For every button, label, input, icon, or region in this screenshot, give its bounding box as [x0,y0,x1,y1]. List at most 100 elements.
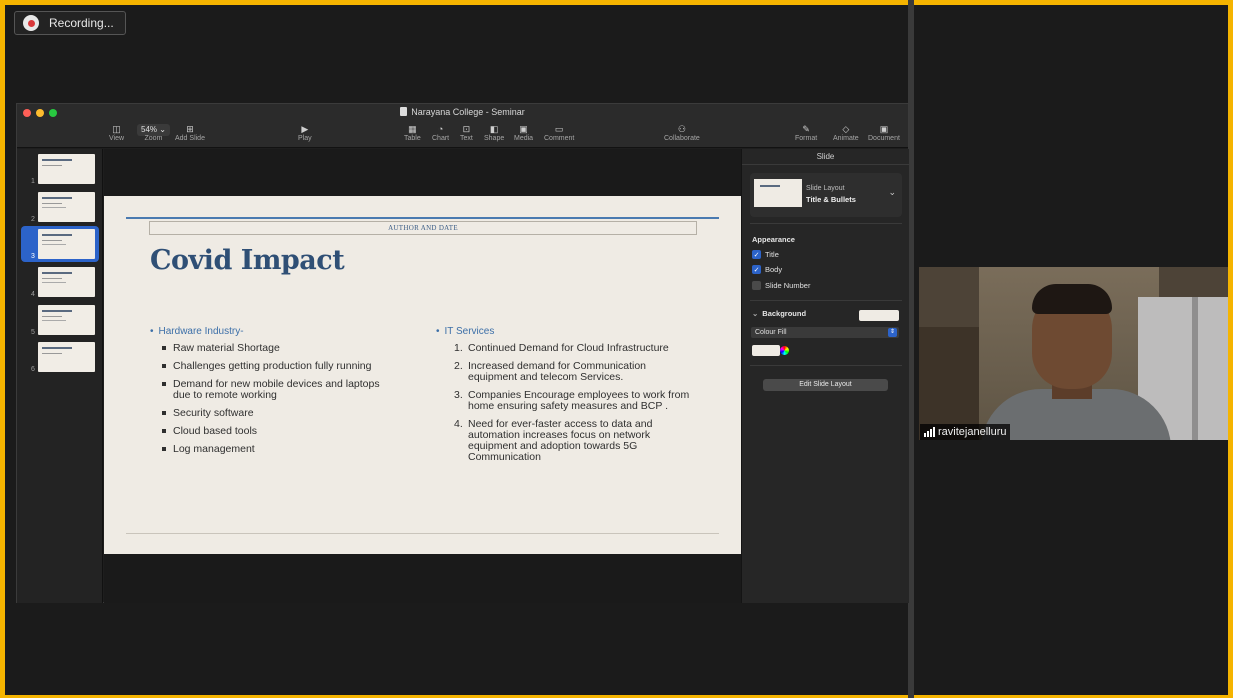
body-checkbox-label: Body [765,265,783,274]
animate-icon: ◇ [842,124,850,134]
slide-bottom-rule [126,533,719,534]
slide-thumbnail[interactable]: 2 [17,189,103,225]
list-text: Need for ever-faster access to data and … [468,418,653,463]
window-toolbar: Narayana College - Seminar ◫ View 54% ⌄ Zo… [17,104,908,148]
list-item: Raw material Shortage [162,343,400,354]
slide[interactable]: AUTHOR AND DATE Covid Impact Hardware In… [104,196,741,554]
slide-layout-picker[interactable]: Slide Layout Title & Bullets ⌄ [750,173,902,217]
zoom-label: Zoom [144,135,163,142]
text-label: Text [460,135,473,142]
divider [750,300,902,301]
table-label: Table [404,135,421,142]
add-slide-button[interactable]: ⊞ Add Slide [175,123,205,142]
list-text: Continued Demand for Cloud Infrastructur… [468,342,669,354]
title-checkbox-label: Title [765,250,779,259]
chevron-down-icon: ⌄ [752,309,759,318]
table-icon: ▦ [408,124,417,134]
window-title-text: Narayana College - Seminar [411,107,525,117]
chart-button[interactable]: ◔ Chart [432,123,449,142]
slide-thumbnail[interactable]: 6 [17,339,103,375]
comment-button[interactable]: ▭ Comment [544,123,574,142]
list-item: Security software [162,408,400,419]
background-section-toggle[interactable]: ⌄ Background [752,309,806,318]
layout-name: Title & Bullets [806,195,856,204]
list-number: 1. [454,342,463,354]
fill-type-select[interactable]: Colour Fill ⇕ [751,327,899,338]
participant-video[interactable] [919,267,1228,440]
slide-thumbnail[interactable]: 4 [17,264,103,300]
slide-number: 4 [31,291,35,298]
slide-preview [38,267,95,297]
fill-type-value: Colour Fill [755,329,787,336]
slide-thumbnail-active[interactable]: 3 [21,226,99,262]
animate-button[interactable]: ◇ Animate [833,123,859,142]
updown-arrow-icon: ⇕ [888,328,897,337]
layout-thumbnail [754,179,802,207]
text-button[interactable]: ⊡ Text [460,123,473,142]
list-item: Demand for new mobile devices and laptop… [162,379,400,401]
view-button[interactable]: ◫ View [109,123,124,142]
body-checkbox[interactable]: ✓ Body [752,265,782,274]
checkmark-icon: ✓ [752,250,761,259]
participant-figure [1032,284,1112,314]
edit-slide-layout-button[interactable]: Edit Slide Layout [763,379,888,391]
slide-preview [38,154,95,184]
list-text: Companies Encourage employees to work fr… [468,389,690,412]
document-button[interactable]: ▣ Document [868,123,900,142]
author-and-date[interactable]: AUTHOR AND DATE [149,221,697,235]
color-wheel-icon[interactable] [780,346,789,355]
shape-button[interactable]: ◧ Shape [484,123,504,142]
format-label: Format [795,135,818,142]
text-icon: ⊡ [462,124,471,134]
fill-color-well[interactable] [752,345,780,356]
slide-number: 5 [31,329,35,336]
comment-label: Comment [544,135,575,142]
format-button[interactable]: ✎ Format [795,123,817,142]
zoom-control[interactable]: 54% ⌄ Zoom [137,123,170,142]
play-icon: ▶ [301,124,309,134]
format-brush-icon: ✎ [802,124,810,134]
left-heading: Hardware Industry- [150,326,400,337]
slide-navigator: 1 2 3 4 5 6 [17,149,103,603]
table-button[interactable]: ▦ Table [404,123,421,142]
title-checkbox[interactable]: ✓ Title [752,250,779,259]
slide-number: 6 [31,366,35,373]
inspector-tab-slide[interactable]: Slide [742,149,909,165]
list-item: 2. Increased demand for Communication equ… [454,361,696,383]
slide-thumbnail[interactable]: 5 [17,302,103,338]
right-heading: IT Services [436,326,696,337]
slide-canvas[interactable]: AUTHOR AND DATE Covid Impact Hardware In… [104,149,741,603]
slide-number: 3 [31,253,35,260]
slide-preview [38,305,95,335]
list-item: 1. Continued Demand for Cloud Infrastruct… [454,343,696,354]
background-color-swatch[interactable] [859,310,899,321]
signal-strength-icon [924,427,935,437]
slide-thumbnail[interactable]: 1 [17,151,103,187]
divider [750,365,902,366]
right-column[interactable]: IT Services 1. Continued Demand for Cloud… [436,326,696,470]
format-inspector: Slide Slide Layout Title & Bullets ⌄ App… [741,149,909,603]
media-button[interactable]: ▣ Media [514,123,533,142]
list-number: 2. [454,360,463,372]
window-title: Narayana College - Seminar [17,107,908,117]
play-button[interactable]: ▶ Play [298,123,312,142]
document-icon [400,107,408,116]
document-panel-icon: ▣ [879,124,889,134]
left-bullet-list: Raw material Shortage Challenges getting… [162,343,400,455]
slide-number-checkbox[interactable]: Slide Number [752,281,810,290]
collaborate-button[interactable]: ⚇ Collaborate [664,123,700,142]
list-item: Challenges getting production fully runn… [162,361,400,372]
collaborate-label: Collaborate [664,135,700,142]
participant-name: ravitejanelluru [938,426,1007,438]
play-label: Play [298,135,312,142]
appearance-heading: Appearance [752,235,795,244]
list-item: Cloud based tools [162,426,400,437]
recording-indicator[interactable]: Recording... [14,11,126,35]
list-item: 3. Companies Encourage employees to work … [454,390,696,412]
slide-preview [38,229,95,259]
slide-title[interactable]: Covid Impact [150,245,345,276]
chart-label: Chart [432,135,450,142]
chart-icon: ◔ [437,124,444,134]
left-column[interactable]: Hardware Industry- Raw material Shortage… [150,326,400,462]
list-item: 4. Need for ever-faster access to data an… [454,419,696,463]
